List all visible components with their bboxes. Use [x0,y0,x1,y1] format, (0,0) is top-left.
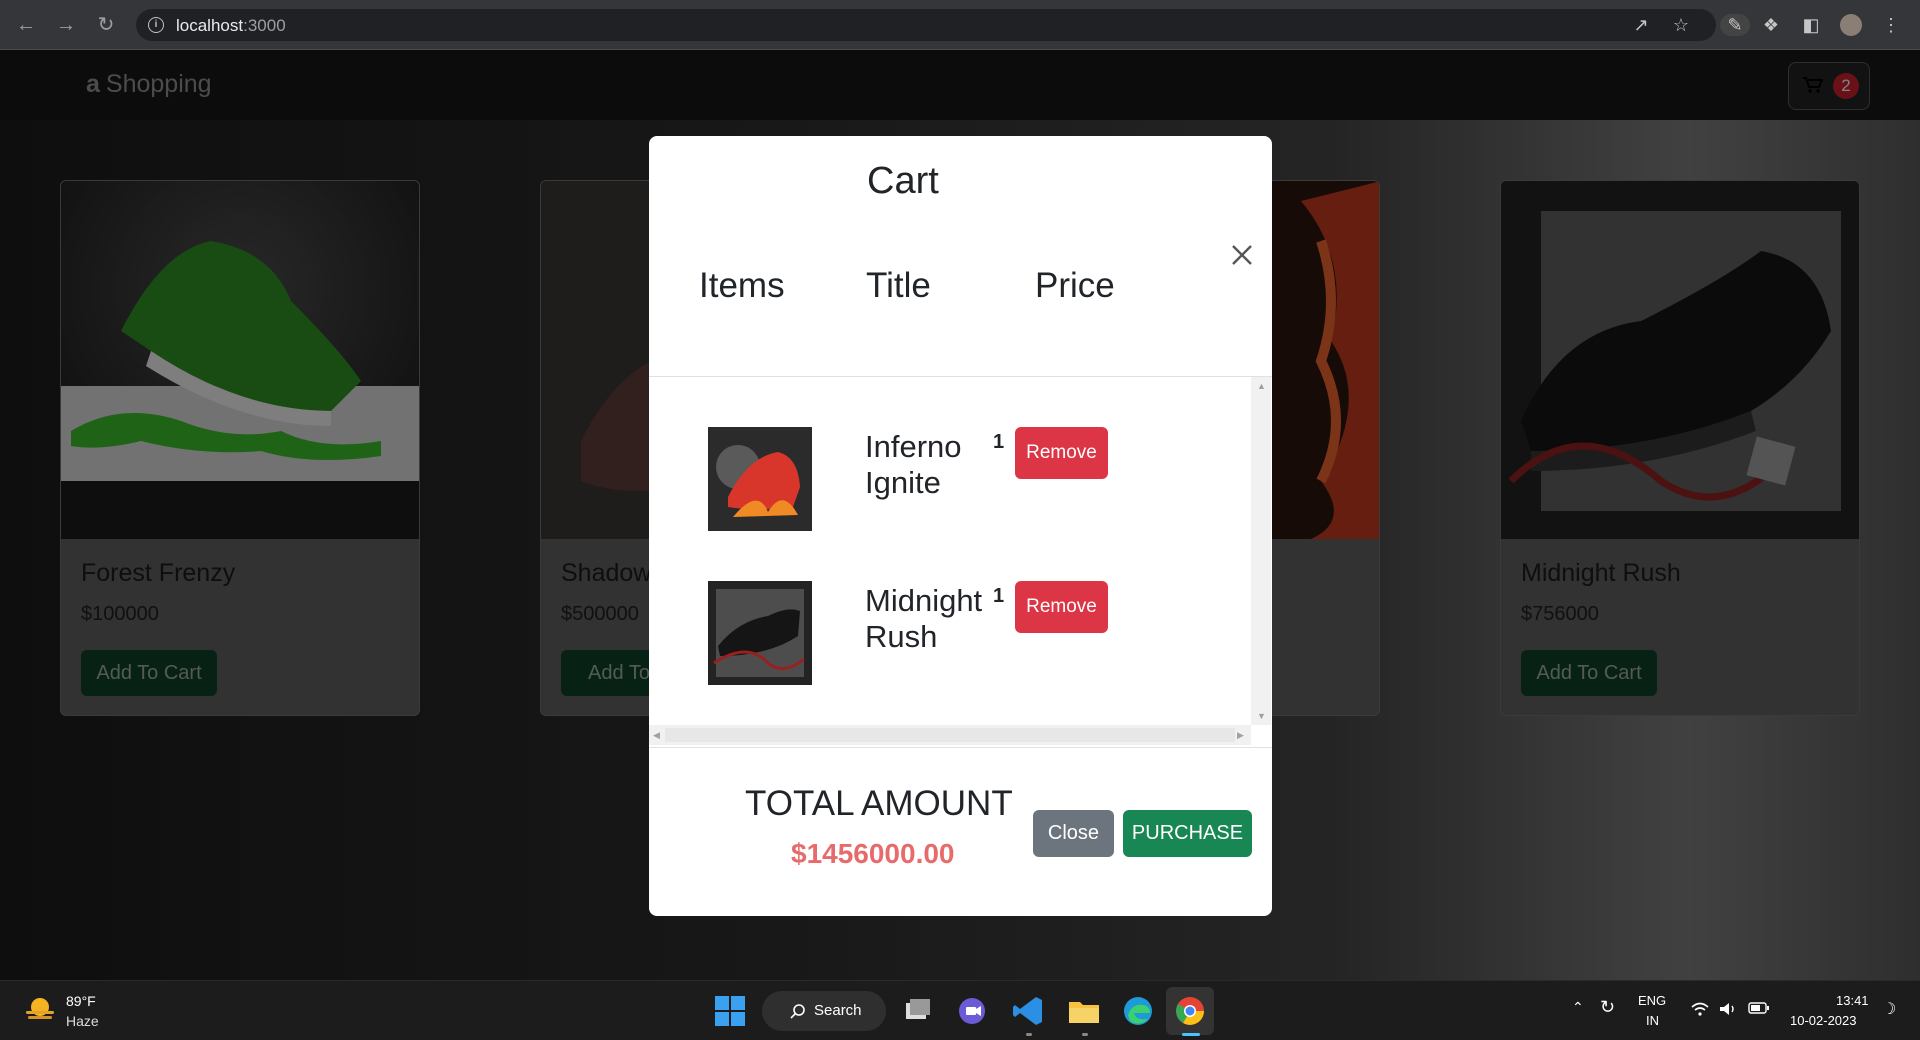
weather-haze-icon[interactable] [24,995,56,1025]
url-host: localhost [176,16,244,35]
scroll-up-icon[interactable]: ▲ [1257,381,1266,391]
vertical-scrollbar[interactable]: ▲ ▼ [1251,377,1271,725]
file-explorer-icon[interactable] [1066,993,1102,1029]
side-panel-icon[interactable]: ◧ [1800,14,1822,36]
remove-button[interactable]: Remove [1015,581,1108,633]
cart-item-title-line2: Rush [865,619,938,654]
show-hidden-icons-chevron-icon[interactable]: ⌃ [1572,999,1584,1016]
edge-browser-icon[interactable] [1120,993,1156,1029]
browser-toolbar: ← → ↻ i localhost:3000 ↗ ☆ ✎ ❖ ◧ ⋮ [0,0,1920,50]
task-view-icon[interactable] [900,993,936,1029]
chrome-browser-icon[interactable] [1172,993,1208,1029]
share-icon[interactable]: ↗ [1630,14,1652,36]
taskbar-search[interactable]: Search [762,991,886,1031]
site-info-icon[interactable]: i [148,17,164,33]
cart-item-title-line2: Ignite [865,465,941,500]
total-amount-label: TOTAL AMOUNT [745,784,1013,823]
cart-item-quantity: 1 [993,431,1005,453]
cart-items-scroll-area[interactable]: Inferno Ignite 1 Remove Midnight Rush 1 Re… [649,376,1272,748]
forward-icon[interactable]: → [54,13,78,37]
close-button[interactable]: Close [1033,810,1114,857]
clock-time[interactable]: 13:41 [1836,993,1869,1008]
volume-icon[interactable] [1718,1001,1738,1017]
language-code[interactable]: ENG [1638,993,1666,1008]
teams-chat-icon[interactable] [954,993,990,1029]
cart-item-title-line1: Midnight [865,583,983,618]
battery-icon[interactable] [1748,1001,1770,1015]
modal-title: Cart [867,160,939,202]
taskbar: 89°F Haze Search ⌃ ↻ ENG IN 13:41 10-02-… [0,980,1920,1040]
cart-item-image [708,581,812,685]
weather-condition: Haze [66,1013,99,1029]
total-amount-value: $1456000.00 [791,838,955,869]
windows-start-icon[interactable] [712,993,748,1029]
scrollbar-thumb[interactable] [665,728,1235,742]
purchase-button[interactable]: PURCHASE [1123,810,1252,857]
extensions-puzzle-icon[interactable]: ❖ [1760,14,1782,36]
bookmark-star-icon[interactable]: ☆ [1670,14,1692,36]
cart-item-title-line1: Inferno [865,429,962,464]
column-header-items: Items [699,266,785,305]
horizontal-scrollbar[interactable]: ◀ ▶ [649,725,1251,745]
app-page: a Shopping 2 Forest Frenzy $100000 Add To… [0,50,1920,980]
region-code[interactable]: IN [1646,1013,1659,1028]
search-icon [790,1004,805,1019]
vscode-icon[interactable] [1010,993,1046,1029]
notifications-moon-icon[interactable]: ☽ [1882,999,1896,1019]
remove-button[interactable]: Remove [1015,427,1108,479]
reload-icon[interactable]: ↻ [94,13,118,37]
back-icon[interactable]: ← [14,13,38,37]
cart-item-row: Midnight Rush 1 Remove [649,581,1249,701]
cart-item-image [708,427,812,531]
column-header-price: Price [1035,266,1115,305]
search-label: Search [814,1002,862,1019]
url-text: localhost:3000 [176,16,286,36]
scroll-right-icon[interactable]: ▶ [1237,730,1244,741]
cart-item-title: Inferno Ignite [865,429,1005,501]
cart-item-title: Midnight Rush [865,583,1005,655]
chrome-active-indicator [1182,1033,1200,1036]
clock-date[interactable]: 10-02-2023 [1790,1013,1857,1028]
explorer-running-indicator [1082,1033,1088,1036]
menu-kebab-icon[interactable]: ⋮ [1880,14,1902,36]
url-port: :3000 [243,16,286,35]
column-header-title: Title [866,266,931,305]
scroll-down-icon[interactable]: ▼ [1257,711,1266,721]
cart-modal: Cart Items Title Price Inferno Ignite 1 R… [649,136,1272,916]
cart-item-row: Inferno Ignite 1 Remove [649,427,1249,547]
extension-pen-icon[interactable]: ✎ [1720,14,1750,36]
close-icon[interactable] [1227,240,1257,270]
address-bar[interactable]: i localhost:3000 [136,9,1716,41]
wifi-icon[interactable] [1690,1001,1710,1017]
profile-avatar[interactable] [1840,14,1862,36]
cart-item-quantity: 1 [993,585,1005,607]
sync-icon[interactable]: ↻ [1600,997,1615,1018]
weather-temperature: 89°F [66,993,96,1009]
scroll-left-icon[interactable]: ◀ [653,730,660,741]
vscode-running-indicator [1026,1033,1032,1036]
